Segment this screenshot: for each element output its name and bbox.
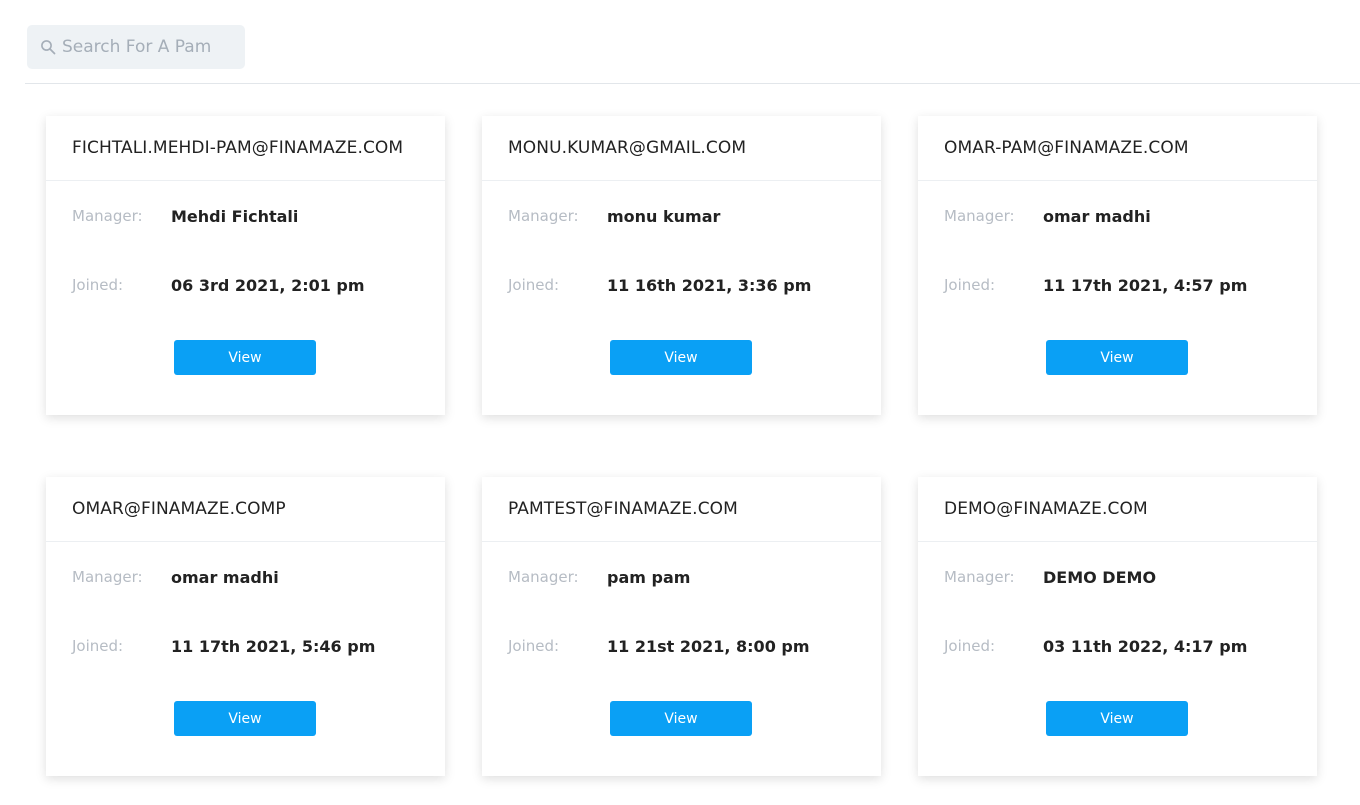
card-title: FICHTALI.MEHDI-PAM@FINAMAZE.COM bbox=[46, 116, 445, 181]
view-button[interactable]: View bbox=[610, 340, 752, 375]
manager-label: Manager: bbox=[72, 207, 171, 225]
joined-value: 03 11th 2022, 4:17 pm bbox=[1043, 637, 1247, 656]
pam-card: OMAR@FINAMAZE.COMP Manager: omar madhi J… bbox=[46, 477, 445, 776]
pam-card: DEMO@FINAMAZE.COM Manager: DEMO DEMO Joi… bbox=[918, 477, 1317, 776]
manager-row: Manager: DEMO DEMO bbox=[918, 567, 1317, 587]
manager-label: Manager: bbox=[944, 568, 1043, 586]
manager-row: Manager: monu kumar bbox=[482, 206, 881, 226]
joined-value: 11 16th 2021, 3:36 pm bbox=[607, 276, 811, 295]
header-divider bbox=[25, 83, 1360, 84]
view-button[interactable]: View bbox=[1046, 701, 1188, 736]
joined-row: Joined: 11 21st 2021, 8:00 pm bbox=[482, 636, 881, 656]
joined-value: 11 17th 2021, 5:46 pm bbox=[171, 637, 375, 656]
card-title: DEMO@FINAMAZE.COM bbox=[918, 477, 1317, 542]
joined-row: Joined: 11 17th 2021, 5:46 pm bbox=[46, 636, 445, 656]
joined-row: Joined: 11 17th 2021, 4:57 pm bbox=[918, 275, 1317, 295]
manager-row: Manager: Mehdi Fichtali bbox=[46, 206, 445, 226]
pam-card: PAMTEST@FINAMAZE.COM Manager: pam pam Jo… bbox=[482, 477, 881, 776]
joined-row: Joined: 06 3rd 2021, 2:01 pm bbox=[46, 275, 445, 295]
joined-label: Joined: bbox=[508, 637, 607, 655]
manager-label: Manager: bbox=[72, 568, 171, 586]
joined-value: 06 3rd 2021, 2:01 pm bbox=[171, 276, 365, 295]
manager-label: Manager: bbox=[508, 207, 607, 225]
view-button[interactable]: View bbox=[174, 701, 316, 736]
search-input[interactable] bbox=[62, 37, 232, 57]
card-title: MONU.KUMAR@GMAIL.COM bbox=[482, 116, 881, 181]
joined-value: 11 21st 2021, 8:00 pm bbox=[607, 637, 810, 656]
manager-value: DEMO DEMO bbox=[1043, 568, 1156, 587]
pam-card: OMAR-PAM@FINAMAZE.COM Manager: omar madh… bbox=[918, 116, 1317, 415]
pam-card-grid: FICHTALI.MEHDI-PAM@FINAMAZE.COM Manager:… bbox=[46, 116, 1317, 776]
search-bar[interactable] bbox=[27, 25, 245, 69]
manager-row: Manager: omar madhi bbox=[918, 206, 1317, 226]
pam-card: MONU.KUMAR@GMAIL.COM Manager: monu kumar… bbox=[482, 116, 881, 415]
joined-label: Joined: bbox=[944, 276, 1043, 294]
view-button[interactable]: View bbox=[174, 340, 316, 375]
manager-value: omar madhi bbox=[171, 568, 279, 587]
search-icon bbox=[40, 39, 56, 55]
manager-value: pam pam bbox=[607, 568, 690, 587]
manager-value: omar madhi bbox=[1043, 207, 1151, 226]
manager-value: monu kumar bbox=[607, 207, 720, 226]
card-title: PAMTEST@FINAMAZE.COM bbox=[482, 477, 881, 542]
joined-label: Joined: bbox=[944, 637, 1043, 655]
manager-label: Manager: bbox=[944, 207, 1043, 225]
manager-label: Manager: bbox=[508, 568, 607, 586]
view-button[interactable]: View bbox=[610, 701, 752, 736]
card-title: OMAR@FINAMAZE.COMP bbox=[46, 477, 445, 542]
joined-label: Joined: bbox=[508, 276, 607, 294]
joined-row: Joined: 03 11th 2022, 4:17 pm bbox=[918, 636, 1317, 656]
manager-row: Manager: pam pam bbox=[482, 567, 881, 587]
card-title: OMAR-PAM@FINAMAZE.COM bbox=[918, 116, 1317, 181]
pam-list-page: FICHTALI.MEHDI-PAM@FINAMAZE.COM Manager:… bbox=[0, 0, 1360, 805]
joined-label: Joined: bbox=[72, 637, 171, 655]
manager-value: Mehdi Fichtali bbox=[171, 207, 298, 226]
pam-card: FICHTALI.MEHDI-PAM@FINAMAZE.COM Manager:… bbox=[46, 116, 445, 415]
joined-label: Joined: bbox=[72, 276, 171, 294]
view-button[interactable]: View bbox=[1046, 340, 1188, 375]
joined-row: Joined: 11 16th 2021, 3:36 pm bbox=[482, 275, 881, 295]
manager-row: Manager: omar madhi bbox=[46, 567, 445, 587]
joined-value: 11 17th 2021, 4:57 pm bbox=[1043, 276, 1247, 295]
